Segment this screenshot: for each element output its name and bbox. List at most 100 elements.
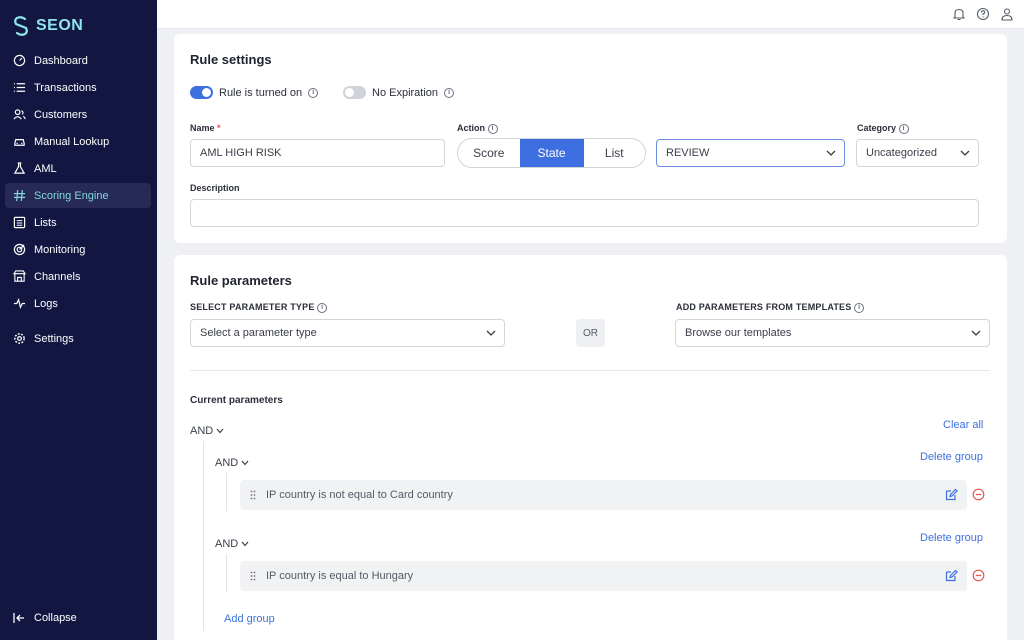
pulse-icon <box>13 298 26 309</box>
help-icon[interactable] <box>976 7 990 21</box>
chevron-down-icon <box>960 150 970 156</box>
flask-icon <box>13 162 26 174</box>
sidebar-item-dashboard[interactable]: Dashboard <box>5 48 151 73</box>
collapse-icon <box>13 613 24 623</box>
rule-on-label: Rule is turned on <box>219 86 303 99</box>
list-icon <box>13 83 26 92</box>
info-icon[interactable]: i <box>317 302 328 313</box>
sidebar-item-channels[interactable]: Channels <box>5 264 151 289</box>
collapse-label: Collapse <box>34 612 77 624</box>
sidebar-item-transactions[interactable]: Transactions <box>5 75 151 100</box>
sidebar-item-label: Dashboard <box>34 54 88 67</box>
select-type-label: SELECT PARAMETER TYPE i <box>190 302 328 313</box>
users-icon <box>13 109 26 120</box>
sidebar-item-manual-lookup[interactable]: Manual Lookup <box>5 129 151 154</box>
drag-handle-icon[interactable] <box>250 571 256 581</box>
clear-all-button[interactable]: Clear all <box>943 419 983 431</box>
sidebar-item-label: Channels <box>34 270 81 283</box>
description-label: Description <box>190 183 240 193</box>
divider <box>190 370 990 371</box>
sidebar-item-lists[interactable]: Lists <box>5 210 151 235</box>
templates-select[interactable]: Browse our templates <box>675 319 990 347</box>
state-value: REVIEW <box>666 147 710 159</box>
hash-icon <box>13 189 26 202</box>
sidebar-nav: Dashboard Transactions Customers Manual … <box>5 48 151 353</box>
info-icon[interactable]: i <box>487 123 498 134</box>
gear-icon <box>14 333 25 344</box>
tree-line <box>226 473 227 511</box>
current-parameters-label: Current parameters <box>190 395 283 406</box>
radar-icon <box>13 243 26 256</box>
name-value: AML HIGH RISK <box>200 147 282 159</box>
list-box-icon <box>13 216 26 229</box>
sidebar-item-label: Lists <box>34 216 57 229</box>
rule-parameters-title: Rule parameters <box>190 273 292 288</box>
group-operator-dropdown[interactable]: AND <box>215 538 249 550</box>
parameter-type-placeholder: Select a parameter type <box>200 327 317 339</box>
remove-circle-icon[interactable] <box>972 488 985 501</box>
chevron-down-icon <box>216 428 224 434</box>
no-expiration-toggle[interactable]: No Expiration i <box>343 86 455 99</box>
parameter-text: IP country is equal to Hungary <box>266 570 414 582</box>
rule-on-toggle[interactable]: Rule is turned on i <box>190 86 319 99</box>
parameter-type-select[interactable]: Select a parameter type <box>190 319 505 347</box>
sidebar-item-label: Logs <box>34 297 58 310</box>
info-icon[interactable]: i <box>444 87 455 98</box>
group-operator-dropdown[interactable]: AND <box>215 457 249 469</box>
chevron-down-icon <box>241 460 249 466</box>
edit-icon[interactable] <box>945 488 958 501</box>
action-option-list[interactable]: List <box>584 139 646 167</box>
info-icon[interactable]: i <box>308 87 319 98</box>
add-group-button[interactable]: Add group <box>224 613 275 625</box>
sidebar-item-label: Settings <box>34 332 74 345</box>
action-label: Action i <box>457 123 498 134</box>
state-select[interactable]: REVIEW <box>656 139 845 167</box>
delete-group-button[interactable]: Delete group <box>920 532 983 544</box>
sidebar-item-logs[interactable]: Logs <box>5 291 151 316</box>
category-label: Category i <box>857 123 909 134</box>
chevron-down-icon <box>241 541 249 547</box>
sidebar-item-label: Monitoring <box>34 243 86 256</box>
collapse-button[interactable]: Collapse <box>13 612 77 624</box>
rule-settings-title: Rule settings <box>190 52 272 67</box>
drag-handle-icon[interactable] <box>250 490 256 500</box>
description-input[interactable] <box>190 199 979 227</box>
action-option-score[interactable]: Score <box>458 139 520 167</box>
name-input[interactable]: AML HIGH RISK <box>190 139 445 167</box>
seon-logo-icon <box>14 16 28 36</box>
bell-icon[interactable] <box>952 7 966 21</box>
tree-line <box>226 554 227 592</box>
brand-name: SEON <box>36 17 84 34</box>
action-option-state[interactable]: State <box>519 139 584 167</box>
delete-group-button[interactable]: Delete group <box>920 451 983 463</box>
rule-settings-card: Rule settings Rule is turned on i No Exp… <box>174 34 1007 243</box>
parameter-text: IP country is not equal to Card country <box>266 489 453 501</box>
parameter-row[interactable]: IP country is not equal to Card country <box>240 480 985 510</box>
sidebar-item-aml[interactable]: AML <box>5 156 151 181</box>
remove-circle-icon[interactable] <box>972 569 985 582</box>
info-icon[interactable]: i <box>854 302 865 313</box>
sidebar-item-monitoring[interactable]: Monitoring <box>5 237 151 262</box>
sidebar-item-label: Transactions <box>34 81 97 94</box>
templates-label: ADD PARAMETERS FROM TEMPLATES i <box>676 302 865 313</box>
action-segmented-control: Score State List <box>457 138 646 168</box>
edit-icon[interactable] <box>945 569 958 582</box>
logo[interactable]: SEON <box>12 16 83 36</box>
sidebar: SEON Dashboard Transactions Customers Ma… <box>0 0 157 640</box>
chevron-down-icon <box>486 330 496 336</box>
sidebar-item-customers[interactable]: Customers <box>5 102 151 127</box>
sidebar-item-settings[interactable]: Settings <box>5 326 151 351</box>
root-operator-dropdown[interactable]: AND <box>190 425 224 437</box>
category-select[interactable]: Uncategorized <box>856 139 979 167</box>
sidebar-item-label: Customers <box>34 108 88 121</box>
no-expiration-label: No Expiration <box>372 86 439 99</box>
sidebar-item-scoring-engine[interactable]: Scoring Engine <box>5 183 151 208</box>
info-icon[interactable]: i <box>898 123 909 134</box>
user-icon[interactable] <box>1000 7 1014 21</box>
category-value: Uncategorized <box>866 147 937 159</box>
parameter-row[interactable]: IP country is equal to Hungary <box>240 561 985 591</box>
car-icon <box>14 139 25 146</box>
rule-on-switch[interactable] <box>190 86 213 99</box>
no-expiration-switch[interactable] <box>343 86 366 99</box>
channels-icon <box>13 270 26 282</box>
